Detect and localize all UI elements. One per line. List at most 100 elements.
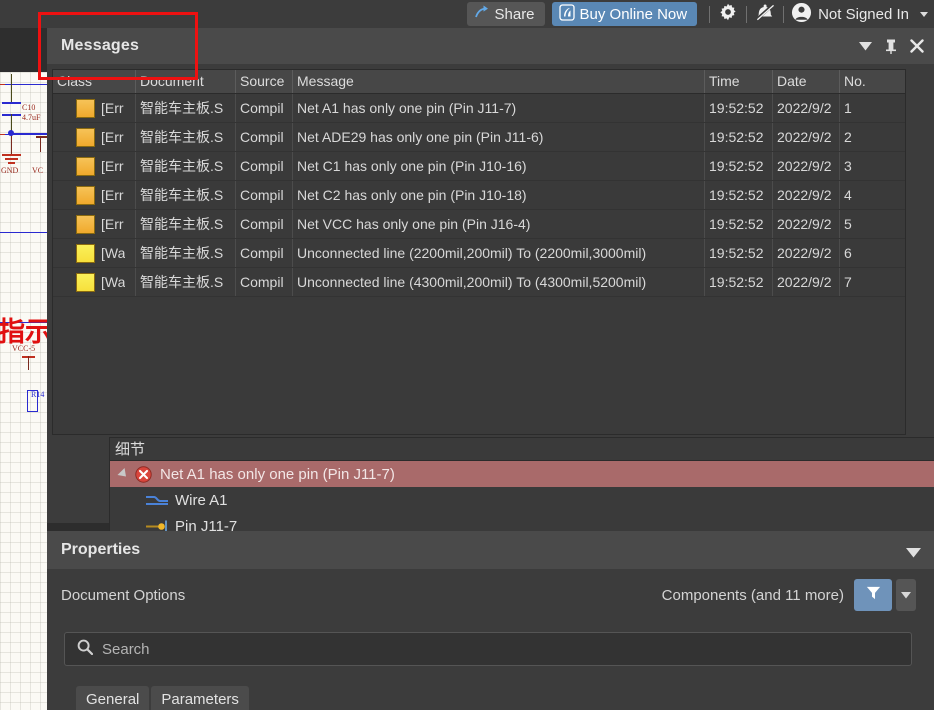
cell-document: 智能车主板.S: [136, 239, 236, 267]
buy-online-now-label: Buy Online Now: [579, 5, 688, 23]
column-header-no[interactable]: No.: [840, 70, 900, 93]
properties-panel: Properties Document Options Components (…: [47, 531, 934, 710]
column-header-date[interactable]: Date: [773, 70, 840, 93]
components-label: Components (and 11 more): [661, 586, 844, 604]
bell-slash-icon: [755, 3, 775, 26]
cell-message: Net VCC has only one pin (Pin J16-4): [293, 210, 705, 238]
schematic-label: VCC-5: [12, 344, 36, 353]
error-swatch-icon: [76, 156, 95, 176]
close-icon[interactable]: [910, 39, 924, 53]
buy-online-now-button[interactable]: Buy Online Now: [551, 2, 698, 26]
tab-parameters[interactable]: Parameters: [151, 686, 249, 710]
pin-icon[interactable]: [885, 39, 897, 54]
messages-titlebar[interactable]: Messages: [47, 28, 934, 64]
schematic-canvas[interactable]: 指示 C10 4.7uF GND VC VCC-5 R14: [0, 72, 47, 710]
class-label: [Err: [101, 187, 124, 203]
properties-search-box[interactable]: Search: [64, 632, 912, 666]
messages-panel-controls: [859, 28, 924, 64]
cell-time: 19:52:52: [705, 94, 773, 122]
chevron-down-icon[interactable]: [906, 545, 921, 563]
search-input[interactable]: Search: [102, 641, 150, 658]
messages-panel: Messages Class Document Source Message T…: [47, 28, 934, 543]
account-toolbar: Share Buy Online Now Not Signed In: [466, 0, 931, 28]
table-row[interactable]: [Err 智能车主板.S Compil Net C1 has only one pin…: [53, 152, 905, 181]
chevron-down-icon[interactable]: [859, 41, 872, 51]
details-pane[interactable]: 细节 Net A1 has only one pin (Pin J11-7) W…: [109, 437, 934, 543]
filter-button[interactable]: [854, 579, 892, 611]
cell-document: 智能车主板.S: [136, 181, 236, 209]
cell-no: 3: [844, 158, 852, 174]
schematic-wire: [0, 134, 5, 135]
cell-no: 6: [844, 245, 852, 261]
cell-class: [Err: [53, 94, 136, 122]
cell-source: Compil: [236, 268, 293, 296]
cell-class: [Wa: [53, 268, 136, 296]
chevron-down-icon: [901, 586, 911, 604]
share-button[interactable]: Share: [466, 2, 545, 26]
account-menu[interactable]: Not Signed In: [791, 2, 930, 27]
cell-class: [Err: [53, 210, 136, 238]
schematic-label: GND: [1, 166, 19, 175]
cell-time: 19:52:52: [705, 210, 773, 238]
cell-source: Compil: [236, 239, 293, 267]
cell-no: 7: [844, 274, 852, 290]
error-swatch-icon: [76, 214, 95, 234]
toolbar-divider: [709, 5, 711, 23]
notifications-button[interactable]: [754, 2, 776, 26]
error-circle-x-icon: [135, 465, 152, 483]
tab-general[interactable]: General: [76, 686, 150, 710]
chevron-down-icon[interactable]: [920, 11, 928, 17]
schematic-label: 4.7uF: [22, 113, 41, 122]
cell-source: Compil: [236, 123, 293, 151]
column-header-source[interactable]: Source: [236, 70, 293, 93]
cell-date: 2022/9/2: [773, 181, 840, 209]
gear-icon: [719, 3, 737, 26]
warning-swatch-icon: [76, 243, 95, 263]
cell-message: Unconnected line (2200mil,200mil) To (22…: [293, 239, 705, 267]
cell-message: Net A1 has only one pin (Pin J11-7): [293, 94, 705, 122]
cell-source: Compil: [236, 181, 293, 209]
schematic-wire: [0, 84, 5, 85]
table-row[interactable]: [Wa 智能车主板.S Compil Unconnected line (4300mi…: [53, 268, 905, 297]
table-row[interactable]: [Err 智能车主板.S Compil Net A1 has only one pin…: [53, 94, 905, 123]
schematic-wire: [11, 136, 12, 154]
table-row[interactable]: [Wa 智能车主板.S Compil Unconnected line (2200mi…: [53, 239, 905, 268]
details-child-row[interactable]: Wire A1: [135, 487, 934, 513]
properties-titlebar[interactable]: Properties: [47, 531, 934, 569]
cell-date: 2022/9/2: [773, 210, 840, 238]
messages-panel-title: Messages: [61, 37, 140, 54]
filter-dropdown-button[interactable]: [896, 579, 916, 611]
messages-table[interactable]: Class Document Source Message Time Date …: [52, 69, 906, 435]
column-header-class[interactable]: Class: [53, 70, 136, 93]
table-row[interactable]: [Err 智能车主板.S Compil Net VCC has only one pi…: [53, 210, 905, 239]
cell-source: Compil: [236, 210, 293, 238]
search-icon: [77, 639, 94, 660]
cell-message: Net C1 has only one pin (Pin J10-16): [293, 152, 705, 180]
messages-table-body: [Err 智能车主板.S Compil Net A1 has only one pin…: [53, 94, 905, 297]
properties-object-row: Document Options Components (and 11 more…: [47, 569, 934, 621]
cell-message: Unconnected line (4300mil,200mil) To (43…: [293, 268, 705, 296]
triangle-expanded-icon[interactable]: [117, 467, 130, 481]
column-header-document[interactable]: Document: [136, 70, 236, 93]
gnd-bar: [8, 162, 15, 164]
cell-time: 19:52:52: [705, 123, 773, 151]
table-row[interactable]: [Err 智能车主板.S Compil Net ADE29 has only one …: [53, 123, 905, 152]
table-row[interactable]: [Err 智能车主板.S Compil Net C2 has only one pin…: [53, 181, 905, 210]
schematic-wire: [36, 136, 47, 138]
share-arrow-icon: [474, 4, 490, 24]
column-header-message[interactable]: Message: [293, 70, 705, 93]
class-label: [Err: [101, 158, 124, 174]
schematic-wire: [0, 134, 47, 135]
components-filter-group: Components (and 11 more): [662, 579, 934, 611]
schematic-wire: [11, 74, 12, 102]
cell-no: 2: [844, 129, 852, 145]
schematic-label: C10: [22, 103, 36, 112]
wire-icon: [145, 493, 169, 508]
cell-no: 1: [844, 100, 852, 116]
settings-button[interactable]: [717, 2, 739, 26]
details-selected-row[interactable]: Net A1 has only one pin (Pin J11-7): [110, 461, 934, 487]
column-header-time[interactable]: Time: [705, 70, 773, 93]
class-label: [Err: [101, 129, 124, 145]
details-header: 细节: [110, 438, 934, 461]
details-child-label: Wire A1: [175, 491, 228, 509]
